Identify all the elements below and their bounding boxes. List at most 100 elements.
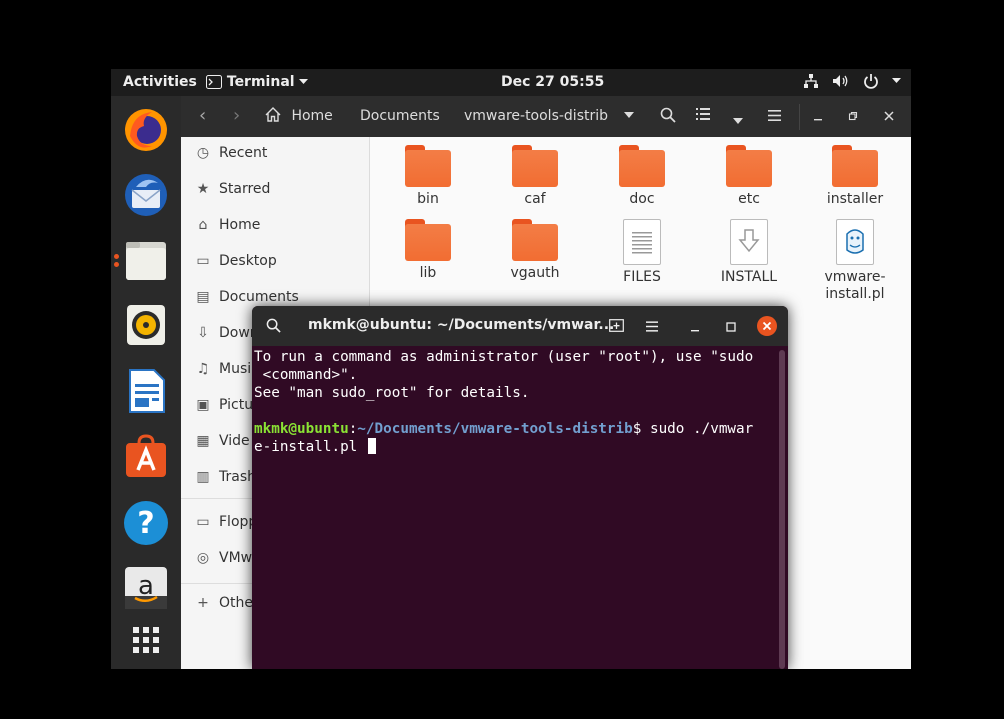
close-button[interactable]	[884, 109, 894, 125]
path-current-button[interactable]: vmware-tools-distrib	[464, 108, 635, 124]
software-icon[interactable]	[122, 433, 170, 481]
file-item[interactable]: vgauth	[490, 219, 580, 282]
sidebar-item-home[interactable]: ⌂ Home	[193, 217, 261, 239]
path-home-label: Home	[291, 108, 333, 124]
trash-icon: ▥	[196, 469, 210, 485]
desktop-screen: Activities Terminal Dec 27 05:55 ? a ‹ ›…	[111, 69, 911, 669]
app-menu[interactable]: Terminal	[206, 74, 309, 90]
clock[interactable]: Dec 27 05:55	[501, 74, 604, 90]
files-icon[interactable]	[122, 236, 170, 284]
terminal-line: <command>".	[254, 367, 358, 383]
sidebar-item-label: VMw	[219, 550, 253, 566]
floppy-icon: ▭	[196, 514, 210, 530]
folder-icon	[405, 219, 451, 261]
file-item[interactable]: FILES	[597, 219, 687, 286]
dock: ? a	[111, 96, 181, 669]
sidebar-item-flopp[interactable]: ▭ Flopp	[193, 514, 257, 536]
path-home-button[interactable]: Home	[265, 107, 333, 124]
activities-button[interactable]: Activities	[123, 74, 197, 90]
svg-text:a: a	[138, 571, 154, 601]
path-documents-button[interactable]: Documents	[360, 108, 440, 124]
sidebar-item-label: Desktop	[219, 253, 277, 269]
file-item[interactable]: caf	[490, 145, 580, 208]
view-options-button[interactable]	[733, 112, 743, 128]
terminal-scrollbar[interactable]	[779, 350, 785, 669]
app-grid-icon[interactable]	[122, 616, 170, 664]
sidebar-item-desktop[interactable]: ▭ Desktop	[193, 253, 277, 275]
search-button[interactable]	[660, 107, 676, 127]
system-menu[interactable]	[803, 73, 901, 89]
prompt-path: ~/Documents/vmware-tools-distrib	[357, 421, 633, 437]
file-name: installer	[826, 191, 884, 207]
prompt-colon: :	[348, 421, 358, 437]
folder-icon	[405, 145, 451, 187]
sidebar-item-label: Trash	[219, 469, 256, 485]
sidebar-item-vmw[interactable]: ◎ VMw	[193, 550, 252, 572]
music-icon: ♫	[196, 361, 210, 377]
file-item[interactable]: etc	[704, 145, 794, 208]
file-item[interactable]: doc	[597, 145, 687, 208]
sidebar-item-recent[interactable]: ◷ Recent	[193, 145, 268, 167]
terminal-headerbar: mkmk@ubuntu: ~/Documents/vmwar...	[252, 306, 788, 346]
terminal-minimize-button[interactable]	[690, 320, 700, 336]
files-headerbar: ‹ › Home Documents vmware-tools-distrib	[181, 96, 911, 137]
amazon-icon[interactable]: a	[122, 564, 170, 612]
folder-icon	[832, 145, 878, 187]
terminal-search-button[interactable]	[266, 318, 281, 337]
search-icon	[266, 318, 281, 333]
search-icon	[660, 107, 676, 123]
folder-icon	[512, 145, 558, 187]
terminal-input-line: e-install.pl	[254, 438, 774, 456]
writer-icon[interactable]	[122, 367, 170, 415]
file-item[interactable]: installer	[810, 145, 900, 208]
terminal-close-button[interactable]	[757, 316, 777, 340]
minimize-button[interactable]	[813, 109, 823, 125]
terminal-app-icon	[206, 75, 222, 89]
new-tab-button[interactable]	[609, 319, 624, 336]
desktop-icon: ▭	[196, 253, 210, 269]
sidebar-item-vide[interactable]: ▦ Vide	[193, 433, 250, 455]
terminal-menu-button[interactable]	[646, 320, 658, 336]
plus-icon: +	[197, 595, 209, 611]
text-file-icon	[623, 219, 661, 265]
file-item[interactable]: lib	[383, 219, 473, 282]
rhythmbox-icon[interactable]	[122, 301, 170, 349]
sidebar-item-starred[interactable]: ★ Starred	[193, 181, 271, 203]
hamburger-icon	[768, 110, 781, 121]
text-cursor	[367, 438, 376, 454]
sidebar-item-label: Vide	[219, 433, 250, 449]
firefox-icon[interactable]	[122, 106, 170, 154]
sidebar-item-musi[interactable]: ♫ Musi	[193, 361, 251, 383]
sidebar-item-pictu[interactable]: ▣ Pictu	[193, 397, 253, 419]
app-menu-label: Terminal	[226, 74, 295, 90]
view-list-button[interactable]	[696, 108, 710, 124]
thunderbird-icon[interactable]	[122, 171, 170, 219]
sidebar-item-trash[interactable]: ▥ Trash	[193, 469, 256, 491]
file-name: doc	[629, 191, 655, 207]
file-item[interactable]: bin	[383, 145, 473, 208]
help-icon[interactable]: ?	[122, 499, 170, 547]
chevron-down-icon	[624, 112, 635, 118]
file-item[interactable]: INSTALL	[704, 219, 794, 286]
menu-button[interactable]	[768, 109, 781, 125]
file-name: lib	[419, 265, 437, 281]
sidebar-item-othe[interactable]: + Othe	[193, 595, 253, 617]
sidebar-item-label: Starred	[219, 181, 271, 197]
minimize-icon	[691, 330, 699, 332]
file-item[interactable]: vmware- install.pl	[810, 219, 900, 303]
folder-icon	[726, 145, 772, 187]
maximize-icon	[726, 322, 736, 332]
terminal-output[interactable]: To run a command as administrator (user …	[254, 348, 774, 456]
perl-script-icon	[836, 219, 874, 265]
running-indicator	[114, 262, 119, 267]
maximize-button[interactable]	[848, 109, 858, 125]
terminal-prompt-line: mkmk@ubuntu:~/Documents/vmware-tools-dis…	[254, 420, 774, 438]
forward-button[interactable]: ›	[233, 105, 240, 126]
network-icon	[804, 74, 818, 88]
terminal-maximize-button[interactable]	[726, 320, 736, 336]
back-button[interactable]: ‹	[199, 105, 206, 126]
chevron-down-icon	[733, 118, 743, 124]
sidebar-item-down[interactable]: ⇩ Down	[193, 325, 259, 347]
file-name: FILES	[623, 269, 661, 285]
restore-icon	[848, 111, 858, 121]
